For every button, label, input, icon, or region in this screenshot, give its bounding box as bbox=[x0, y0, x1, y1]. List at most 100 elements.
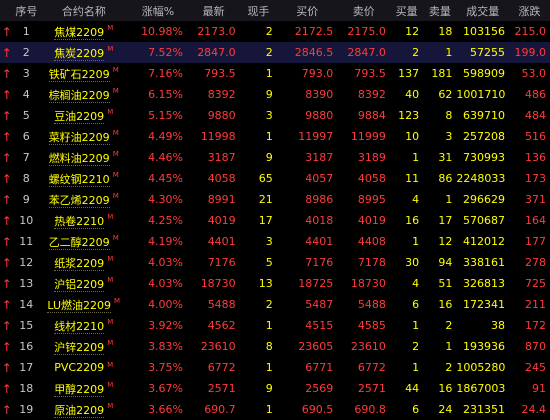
table-row[interactable]: ↑ 9 苯乙烯2209 M 4.30% 8991 21 8986 8995 4 1 296629 371 bbox=[0, 189, 550, 210]
table-row[interactable]: ↑ 16 沪锌2209 M 3.83% 23610 8 23605 23610 2 1 193936 8… bbox=[0, 336, 550, 357]
main-contract-marker: M bbox=[112, 191, 119, 200]
table-row[interactable]: ↑ 19 原油2209 M 3.66% 690.7 1 690.5 690.8 6 24 231351… bbox=[0, 399, 550, 420]
up-arrow-icon: ↑ bbox=[1, 402, 12, 417]
bid-volume: 30 bbox=[405, 256, 420, 269]
quote-table: 序号 合约名称 涨幅% 最新 现手 买价 卖价 买量 卖量 成交量 涨跌 ↑ 1 焦… bbox=[0, 0, 550, 418]
change-percent: 4.03% bbox=[148, 277, 184, 290]
ask-volume: 18 bbox=[438, 25, 453, 38]
bid-price: 4057 bbox=[305, 172, 334, 185]
header-name[interactable]: 合约名称 bbox=[39, 3, 129, 19]
total-volume: 103156 bbox=[463, 25, 505, 38]
total-volume: 1867003 bbox=[456, 382, 506, 395]
main-contract-marker: M bbox=[114, 296, 121, 305]
table-row[interactable]: ↑ 7 燃料油2209 M 4.46% 3187 9 3187 3189 1 31 730993 136 bbox=[0, 147, 550, 168]
last-price: 8392 bbox=[207, 88, 236, 101]
header-pct[interactable]: 涨幅% bbox=[129, 3, 188, 19]
total-volume: 730993 bbox=[463, 151, 505, 164]
row-index: 5 bbox=[22, 109, 30, 122]
bid-price: 11997 bbox=[298, 130, 334, 143]
up-arrow-icon: ↑ bbox=[1, 192, 12, 207]
table-row[interactable]: ↑ 13 沪铝2209 M 4.03% 18730 13 18725 18730 4 51 32681… bbox=[0, 273, 550, 294]
main-contract-marker: M bbox=[107, 212, 114, 221]
ask-price: 8995 bbox=[357, 193, 386, 206]
bid-price: 2172.5 bbox=[294, 25, 334, 38]
change-percent: 4.03% bbox=[148, 256, 184, 269]
contract-name-text: 焦煤2209 bbox=[54, 25, 105, 40]
header-total-volume[interactable]: 成交量 bbox=[456, 3, 509, 19]
current-lot: 17 bbox=[258, 214, 273, 227]
contract-name-text: 豆油2209 bbox=[54, 109, 105, 124]
total-volume: 338161 bbox=[463, 256, 505, 269]
main-contract-marker: M bbox=[107, 107, 114, 116]
change-percent: 3.66% bbox=[148, 403, 184, 416]
up-arrow-icon: ↑ bbox=[1, 45, 12, 60]
table-row[interactable]: ↑ 5 豆油2209 M 5.15% 9880 3 9880 9884 123 8 639710 484 bbox=[0, 105, 550, 126]
current-lot: 3 bbox=[265, 235, 273, 248]
current-lot: 2 bbox=[265, 298, 273, 311]
ask-price: 18730 bbox=[350, 277, 386, 290]
bid-volume: 6 bbox=[412, 403, 420, 416]
ask-price: 11999 bbox=[350, 130, 386, 143]
header-ask[interactable]: 卖价 bbox=[337, 3, 390, 19]
price-change: 486 bbox=[525, 88, 546, 101]
table-row[interactable]: ↑ 18 甲醇2209 M 3.67% 2571 9 2569 2571 44 16 1867003 9… bbox=[0, 378, 550, 399]
main-contract-marker: M bbox=[112, 86, 119, 95]
last-price: 690.7 bbox=[204, 403, 236, 416]
contract-name: 菜籽油2209 M bbox=[39, 129, 129, 145]
total-volume: 193936 bbox=[463, 340, 505, 353]
table-row[interactable]: ↑ 1 焦煤2209 M 10.98% 2173.0 2 2172.5 2175.0 12 18 10… bbox=[0, 21, 550, 42]
table-row[interactable]: ↑ 4 棕榈油2209 M 6.15% 8392 9 8390 8392 40 62 1001710 4… bbox=[0, 84, 550, 105]
ask-volume: 17 bbox=[438, 214, 453, 227]
ask-volume: 86 bbox=[438, 172, 453, 185]
contract-name: 焦煤2209 M bbox=[39, 24, 129, 40]
bid-price: 8390 bbox=[305, 88, 334, 101]
contract-name-text: 乙二醇2209 bbox=[48, 235, 110, 250]
bid-volume: 2 bbox=[412, 46, 420, 59]
total-volume: 57255 bbox=[470, 46, 505, 59]
table-row[interactable]: ↑ 14 LU燃油2209 M 4.00% 5488 2 5487 5488 6 16 172341 2… bbox=[0, 294, 550, 315]
table-row[interactable]: ↑ 11 乙二醇2209 M 4.19% 4401 3 4401 4408 1 12 412012 17… bbox=[0, 231, 550, 252]
header-index[interactable]: 序号 bbox=[14, 3, 39, 19]
last-price: 6772 bbox=[207, 361, 236, 374]
table-row[interactable]: ↑ 2 焦炭2209 M 7.52% 2847.0 2 2846.5 2847.0 2 1 57255… bbox=[0, 42, 550, 63]
total-volume: 257208 bbox=[463, 130, 505, 143]
bid-price: 23605 bbox=[298, 340, 334, 353]
bid-volume: 2 bbox=[412, 340, 420, 353]
up-arrow-icon: ↑ bbox=[1, 381, 12, 396]
ask-volume: 24 bbox=[438, 403, 453, 416]
contract-name-text: 甲醇2209 bbox=[54, 382, 105, 397]
row-index: 6 bbox=[22, 130, 30, 143]
price-change: 245 bbox=[525, 361, 546, 374]
row-index: 9 bbox=[22, 193, 30, 206]
table-row[interactable]: ↑ 8 螺纹钢2210 M 4.45% 4058 65 4057 4058 11 86 2248033… bbox=[0, 168, 550, 189]
row-index: 7 bbox=[22, 151, 30, 164]
header-bid[interactable]: 买价 bbox=[277, 3, 337, 19]
header-bid-volume[interactable]: 买量 bbox=[390, 3, 423, 19]
main-contract-marker: M bbox=[107, 317, 114, 326]
price-change: 24.4 bbox=[521, 403, 547, 416]
total-volume: 1001710 bbox=[456, 88, 506, 101]
header-ask-volume[interactable]: 卖量 bbox=[423, 3, 456, 19]
last-price: 5488 bbox=[207, 298, 236, 311]
change-percent: 4.49% bbox=[148, 130, 184, 143]
total-volume: 296629 bbox=[463, 193, 505, 206]
table-row[interactable]: ↑ 3 铁矿石2209 M 7.16% 793.5 1 793.0 793.5 137 181 598… bbox=[0, 63, 550, 84]
contract-name: 甲醇2209 M bbox=[39, 381, 129, 397]
header-now[interactable]: 现手 bbox=[240, 3, 277, 19]
table-row[interactable]: ↑ 6 菜籽油2209 M 4.49% 11998 1 11997 11999 10 3 257208… bbox=[0, 126, 550, 147]
ask-price: 7178 bbox=[357, 256, 386, 269]
last-price: 4401 bbox=[207, 235, 236, 248]
table-row[interactable]: ↑ 12 纸浆2209 M 4.03% 7176 5 7176 7178 30 94 338161 27… bbox=[0, 252, 550, 273]
row-index: 14 bbox=[19, 298, 34, 311]
contract-name-text: 线材2210 bbox=[54, 319, 105, 334]
table-row[interactable]: ↑ 15 线材2210 M 3.92% 4562 1 4515 4585 1 2 38 172 bbox=[0, 315, 550, 336]
header-last[interactable]: 最新 bbox=[187, 3, 240, 19]
table-row[interactable]: ↑ 10 热卷2210 M 4.25% 4019 17 4018 4019 16 17 570687 1… bbox=[0, 210, 550, 231]
contract-name: 纸浆2209 M bbox=[39, 255, 129, 271]
header-change[interactable]: 涨跌 bbox=[509, 3, 550, 19]
ask-volume: 62 bbox=[438, 88, 453, 101]
up-arrow-icon: ↑ bbox=[1, 297, 12, 312]
ask-volume: 1 bbox=[445, 340, 453, 353]
table-row[interactable]: ↑ 17 PVC2209 M 3.75% 6772 1 6771 6772 1 2 1005280 24… bbox=[0, 357, 550, 378]
bid-volume: 16 bbox=[405, 214, 420, 227]
